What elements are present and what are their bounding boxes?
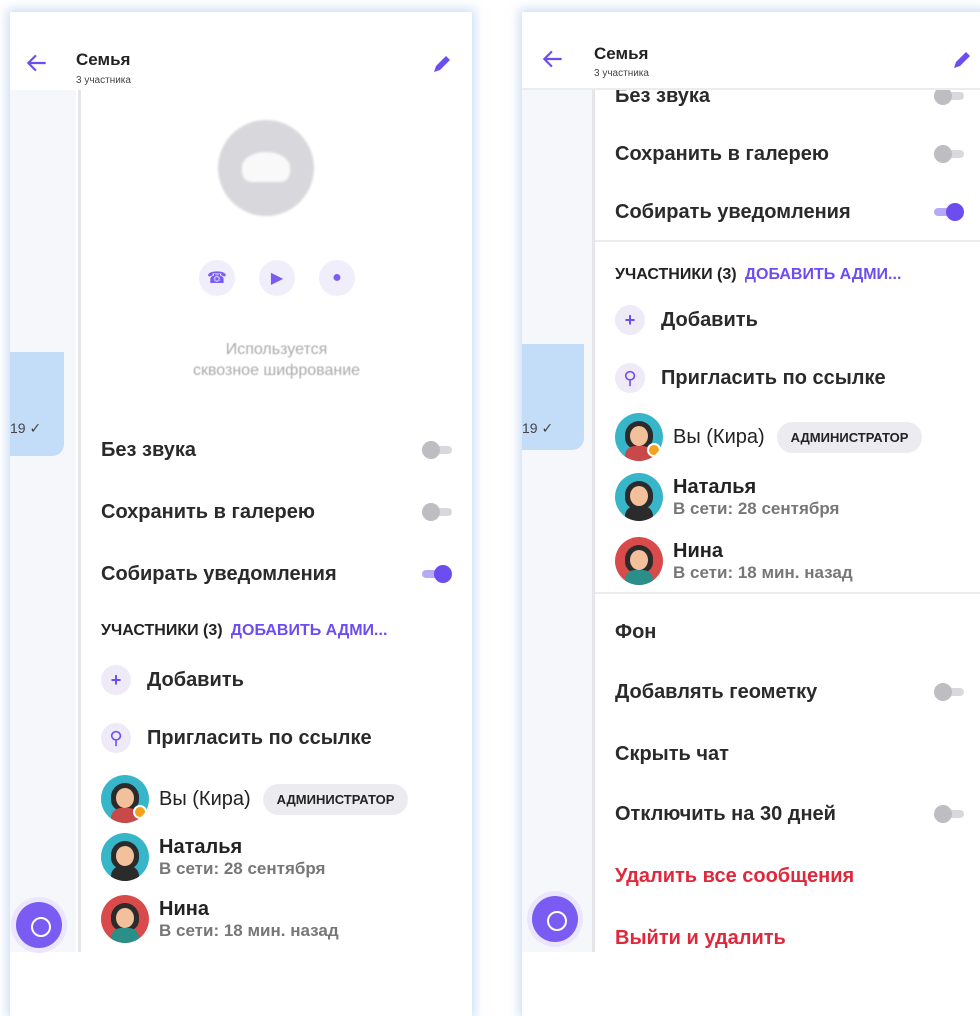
- message-bubble[interactable]: [10, 352, 64, 456]
- mute-row[interactable]: Без звука: [615, 90, 964, 116]
- avatar: [615, 473, 663, 521]
- divider: [595, 240, 980, 242]
- invite-link-row[interactable]: ⚲ Пригласить по ссылке: [615, 358, 964, 398]
- mute-30-days-row[interactable]: Отключить на 30 дней: [615, 794, 964, 834]
- bottom-blank: [10, 964, 472, 1016]
- collect-notifications-row[interactable]: Собирать уведомления: [615, 192, 964, 232]
- chat-title: Семья: [76, 50, 131, 69]
- chat-subtitle: 3 участника: [594, 68, 649, 79]
- edit-pencil-icon[interactable]: [430, 52, 454, 76]
- plus-icon: +: [615, 305, 645, 335]
- collect-notifications-toggle[interactable]: [422, 565, 452, 583]
- video-call-icon[interactable]: ▶: [259, 260, 295, 296]
- edit-pencil-icon[interactable]: [950, 48, 974, 72]
- geotag-toggle[interactable]: [934, 683, 964, 701]
- member-row-you[interactable]: Вы (Кира) АДМИНИСТРАТОР: [615, 412, 974, 462]
- chat-background: 19 ✓: [522, 90, 594, 952]
- bottom-blank: [522, 964, 980, 1016]
- member-row-nina[interactable]: Нина В сети: 18 мин. назад: [101, 894, 462, 944]
- save-to-gallery-toggle[interactable]: [422, 503, 452, 521]
- member-row-nina[interactable]: Нина В сети: 18 мин. назад: [615, 536, 974, 586]
- member-row-you[interactable]: Вы (Кира) АДМИНИСТРАТОР: [101, 774, 462, 824]
- message-time: 19 ✓: [10, 420, 42, 436]
- background-row[interactable]: Фон: [615, 612, 964, 652]
- admin-badge-icon: [647, 443, 661, 457]
- voice-message-button[interactable]: [532, 896, 578, 942]
- members-header: УЧАСТНИКИ (3) ДОБАВИТЬ АДМИ...: [101, 622, 388, 640]
- quick-actions: ☎ ▶ ●: [199, 260, 355, 296]
- avatar: [101, 833, 149, 881]
- save-to-gallery-row[interactable]: Сохранить в галерею: [615, 134, 964, 174]
- invite-link-row[interactable]: ⚲ Пригласить по ссылке: [101, 718, 452, 758]
- chat-background: 19 ✓: [10, 90, 76, 952]
- members-header: УЧАСТНИКИ (3) ДОБАВИТЬ АДМИ...: [615, 266, 902, 284]
- mute-30-days-toggle[interactable]: [934, 805, 964, 823]
- collect-notifications-row[interactable]: Собирать уведомления: [101, 554, 452, 594]
- link-icon: ⚲: [615, 363, 645, 393]
- group-members-icon[interactable]: ●: [319, 260, 355, 296]
- chat-info-panel: ☎ ▶ ● Используется сквозное шифрование Б…: [78, 90, 472, 952]
- plus-icon: +: [101, 665, 131, 695]
- member-row-natalia[interactable]: Наталья В сети: 28 сентября: [101, 832, 462, 882]
- chat-title: Семья: [594, 44, 649, 63]
- message-time: 19 ✓: [522, 420, 554, 436]
- save-to-gallery-toggle[interactable]: [934, 145, 964, 163]
- add-admin-link[interactable]: ДОБАВИТЬ АДМИ...: [231, 622, 388, 640]
- link-icon: ⚲: [101, 723, 131, 753]
- back-arrow-icon[interactable]: [540, 46, 566, 72]
- geotag-row[interactable]: Добавлять геометку: [615, 672, 964, 712]
- add-member-row[interactable]: + Добавить: [101, 660, 452, 700]
- divider: [595, 592, 980, 594]
- mute-row[interactable]: Без звука: [101, 430, 452, 470]
- delete-all-messages-button[interactable]: Удалить все сообщения: [615, 856, 964, 896]
- avatar: [101, 895, 149, 943]
- admin-badge: АДМИНИСТРАТОР: [776, 421, 923, 453]
- group-avatar: [218, 120, 314, 216]
- encryption-note: Используется сквозное шифрование: [192, 341, 361, 379]
- phone-screen-right: Семья 3 участника 19 ✓ Без звука Сохрани…: [522, 12, 980, 1016]
- back-arrow-icon[interactable]: [24, 50, 50, 76]
- app-header: Семья 3 участника: [522, 12, 980, 90]
- mute-toggle[interactable]: [934, 90, 964, 105]
- avatar: [101, 775, 149, 823]
- chat-subtitle: 3 участника: [76, 75, 131, 86]
- add-member-row[interactable]: + Добавить: [615, 300, 964, 340]
- collect-notifications-toggle[interactable]: [934, 203, 964, 221]
- avatar: [615, 537, 663, 585]
- hide-chat-row[interactable]: Скрыть чат: [615, 734, 964, 774]
- mute-toggle[interactable]: [422, 441, 452, 459]
- admin-badge: АДМИНИСТРАТОР: [262, 783, 409, 815]
- voice-message-button[interactable]: [16, 902, 62, 948]
- phone-screen-left: Семья 3 участника 19 ✓ ☎ ▶ ● Используетс…: [10, 12, 472, 1016]
- save-to-gallery-row[interactable]: Сохранить в галерею: [101, 492, 452, 532]
- avatar: [615, 413, 663, 461]
- chat-info-panel: Без звука Сохранить в галерею Собирать у…: [592, 90, 980, 952]
- add-admin-link[interactable]: ДОБАВИТЬ АДМИ...: [745, 266, 902, 284]
- call-icon[interactable]: ☎: [199, 260, 235, 296]
- member-row-natalia[interactable]: Наталья В сети: 28 сентября: [615, 472, 974, 522]
- leave-and-delete-button[interactable]: Выйти и удалить: [615, 918, 964, 952]
- admin-badge-icon: [133, 805, 147, 819]
- app-header: Семья 3 участника: [10, 12, 472, 90]
